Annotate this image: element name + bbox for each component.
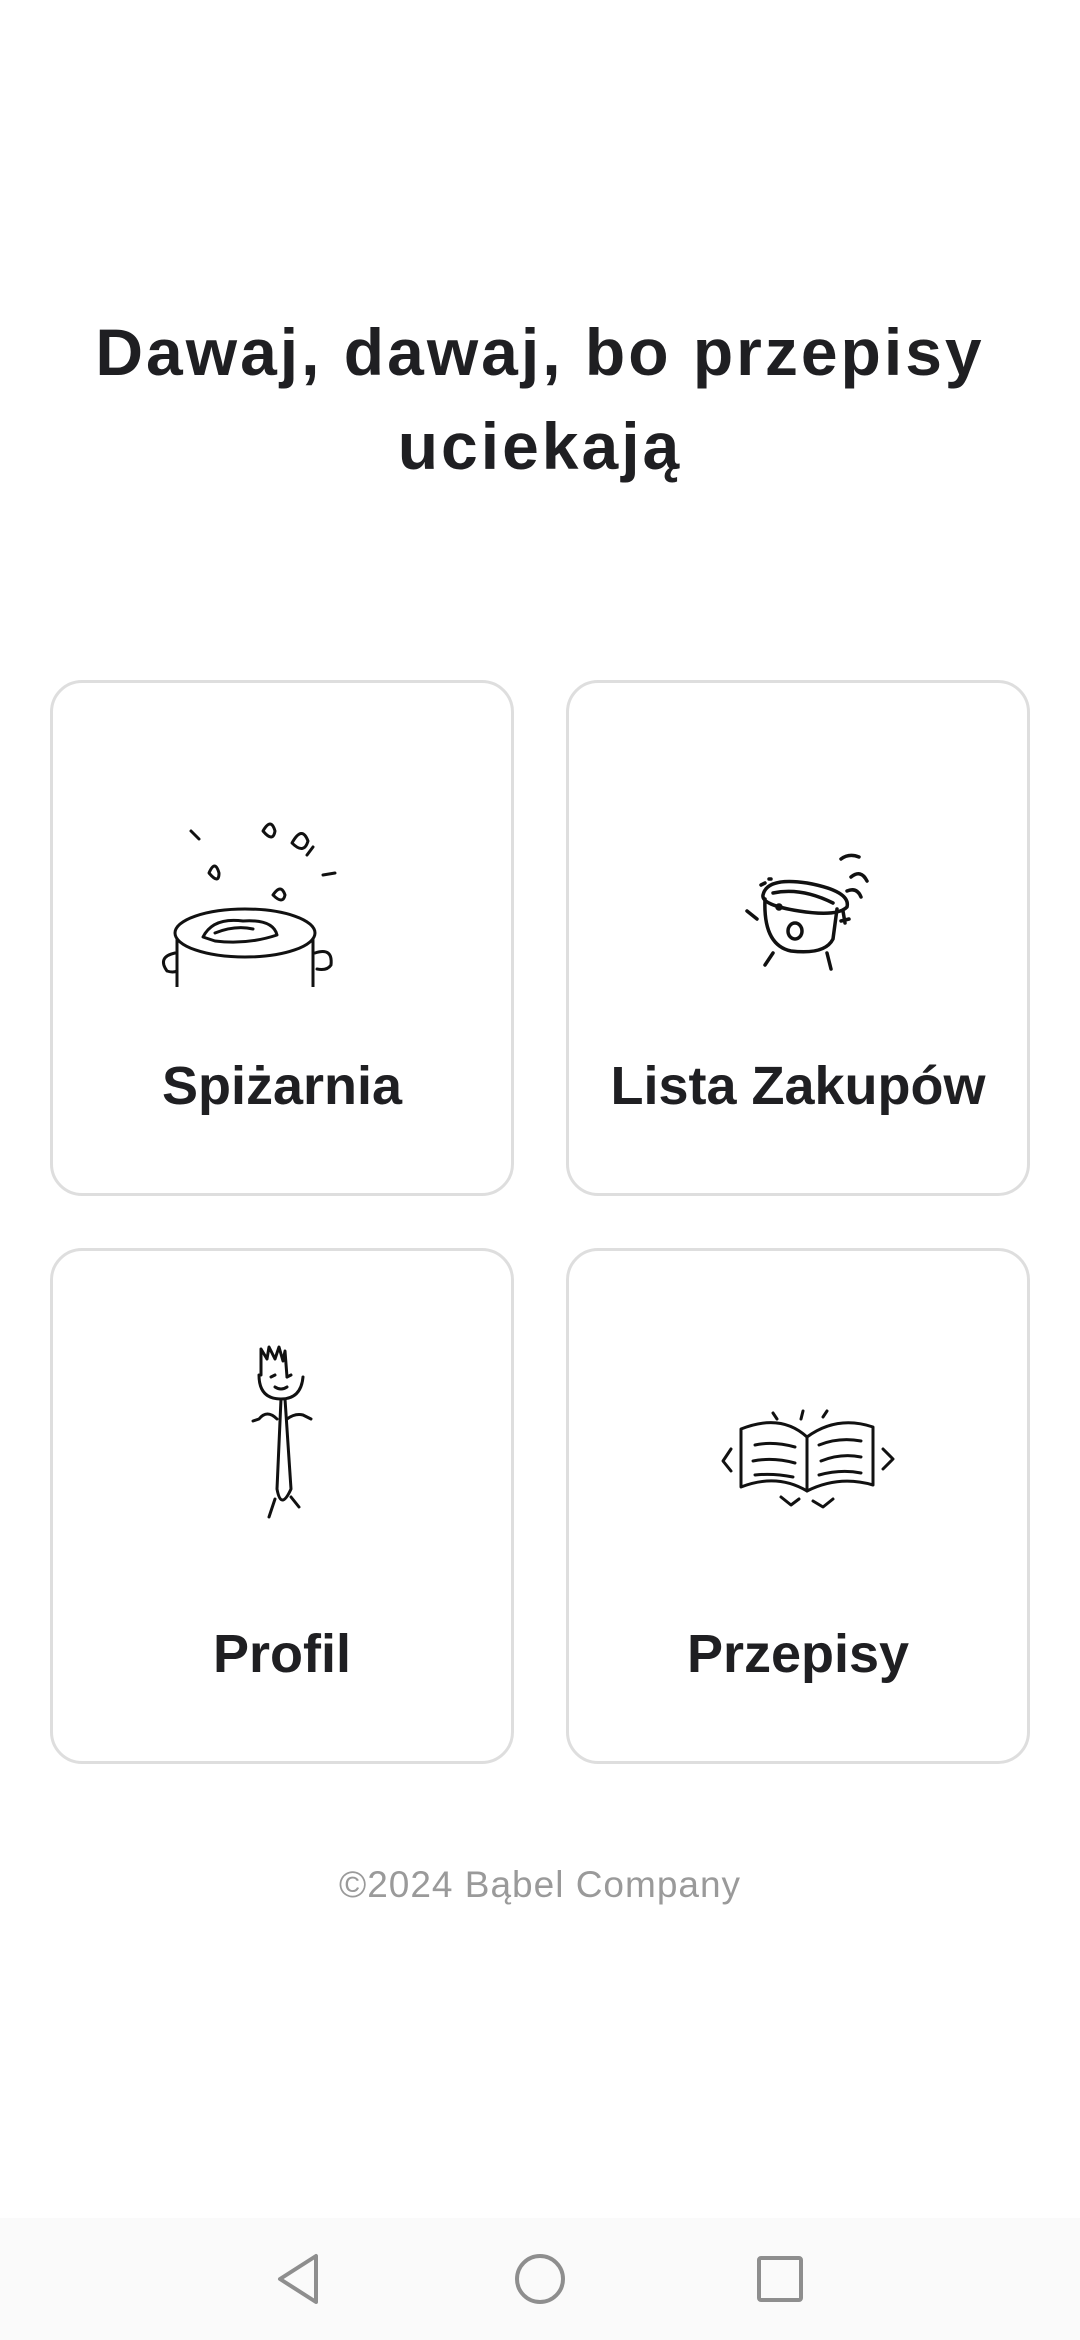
card-label-shopping-list: Lista Zakupów <box>610 1056 986 1116</box>
card-recipes[interactable]: Przepisy <box>566 1248 1030 1764</box>
open-book-icon <box>651 1315 951 1555</box>
copyright-text: ©2024 Bąbel Company <box>338 1864 742 1905</box>
page-title: Dawaj, dawaj, bo przepisy uciekają <box>95 315 985 483</box>
system-navigation-bar <box>0 2218 1080 2340</box>
card-profile[interactable]: Profil <box>50 1248 514 1764</box>
card-pantry[interactable]: Spiżarnia <box>50 680 514 1196</box>
card-label-recipes: Przepisy <box>686 1624 910 1684</box>
card-label-profile: Profil <box>212 1624 351 1684</box>
home-screen: Dawaj, dawaj, bo przepisy uciekają Spiża… <box>0 0 1080 2340</box>
home-icon[interactable] <box>505 2244 575 2314</box>
fork-character-icon <box>135 1315 435 1555</box>
cooking-pot-icon <box>135 747 435 987</box>
recents-icon[interactable] <box>745 2244 815 2314</box>
card-shopping-list[interactable]: Lista Zakupów <box>566 680 1030 1196</box>
shopping-bowl-icon <box>651 747 951 987</box>
back-icon[interactable] <box>266 2244 336 2314</box>
card-label-pantry: Spiżarnia <box>161 1056 403 1116</box>
